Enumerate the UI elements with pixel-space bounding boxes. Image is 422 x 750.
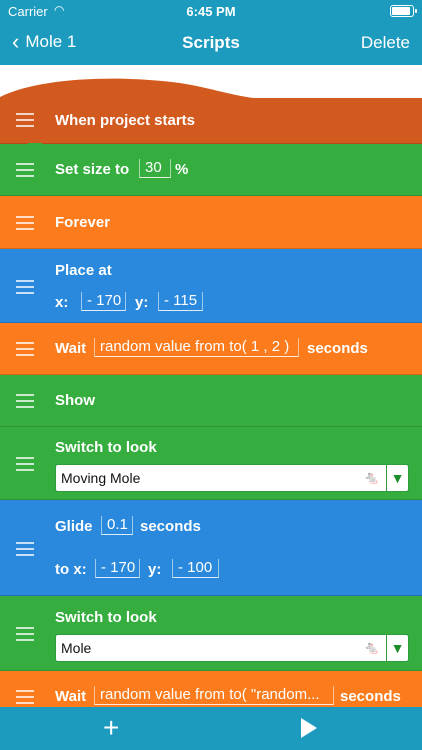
chevron-down-icon[interactable]: ▼ bbox=[386, 635, 408, 661]
navigation-bar: ‹ Mole 1 Scripts Delete bbox=[0, 22, 422, 65]
brick-glide[interactable]: Glide 0.1 seconds to x: - 170 y: - 100 bbox=[0, 500, 422, 596]
script-area[interactable]: When project starts Set size to 30 % For… bbox=[0, 65, 422, 707]
brick-when-project-starts[interactable]: When project starts bbox=[0, 98, 422, 144]
brick-show[interactable]: Show bbox=[0, 375, 422, 427]
brick-switch-look[interactable]: Switch to look Mole 🐁 ▼ bbox=[0, 596, 422, 671]
seconds-label: seconds bbox=[340, 688, 401, 705]
wait-value-field[interactable]: random value from to( "random... bbox=[94, 686, 334, 705]
percent-label: % bbox=[175, 161, 189, 178]
seconds-label: seconds bbox=[140, 518, 201, 535]
play-icon[interactable] bbox=[301, 718, 317, 738]
brick-switch-look[interactable]: Switch to look Moving Mole 🐁 ▼ bbox=[0, 427, 422, 500]
x-value-field[interactable]: - 170 bbox=[95, 559, 140, 578]
duration-value-field[interactable]: 0.1 bbox=[101, 516, 133, 535]
look-dropdown[interactable]: Mole 🐁 ▼ bbox=[55, 634, 409, 662]
seconds-label: seconds bbox=[307, 340, 368, 357]
drag-handle-icon[interactable] bbox=[16, 457, 34, 475]
look-thumbnail-icon: 🐁 bbox=[363, 640, 380, 655]
page-title: Scripts bbox=[182, 33, 240, 52]
drag-handle-icon[interactable] bbox=[16, 627, 34, 645]
drag-handle-icon[interactable] bbox=[16, 280, 34, 298]
wait-value-field[interactable]: random value from to( 1 , 2 ) bbox=[94, 338, 299, 357]
y-label: y: bbox=[148, 561, 162, 578]
brick-set-size[interactable]: Set size to 30 % bbox=[0, 143, 422, 196]
drag-handle-icon[interactable] bbox=[16, 163, 34, 181]
y-value-field[interactable]: - 100 bbox=[172, 559, 219, 578]
brick-place-at[interactable]: Place at x: - 170 y: - 115 bbox=[0, 249, 422, 323]
brick-label: Set size to bbox=[55, 161, 130, 178]
chevron-down-icon[interactable]: ▼ bbox=[386, 465, 408, 491]
brick-wait[interactable]: Wait random value from to( "random... se… bbox=[0, 671, 422, 707]
brick-wait[interactable]: Wait random value from to( 1 , 2 ) secon… bbox=[0, 323, 422, 375]
status-bar: Carrier ◠ 6:45 PM bbox=[0, 0, 422, 22]
to-x-label: to x: bbox=[55, 561, 87, 578]
look-dropdown[interactable]: Moving Mole 🐁 ▼ bbox=[55, 464, 409, 492]
drag-handle-icon[interactable] bbox=[16, 216, 34, 234]
top-bar: Carrier ◠ 6:45 PM ‹ Mole 1 Scripts Delet… bbox=[0, 0, 422, 65]
drag-handle-icon[interactable] bbox=[16, 690, 34, 707]
brick-label: Wait bbox=[55, 340, 87, 357]
brick-label: Switch to look bbox=[55, 609, 157, 626]
brick-label: Wait bbox=[55, 688, 87, 705]
drag-handle-icon[interactable] bbox=[16, 542, 34, 560]
drag-handle-icon[interactable] bbox=[16, 342, 34, 360]
x-label: x: bbox=[55, 294, 69, 311]
clock: 6:45 PM bbox=[186, 4, 236, 19]
brick-label: Show bbox=[55, 392, 95, 409]
brick-label: Glide bbox=[55, 518, 93, 535]
y-value-field[interactable]: - 115 bbox=[158, 292, 203, 311]
brick-label: When project starts bbox=[55, 112, 196, 129]
plus-icon[interactable]: + bbox=[103, 711, 119, 745]
battery-icon bbox=[390, 5, 417, 17]
size-value-field[interactable]: 30 bbox=[139, 159, 171, 178]
x-value-field[interactable]: - 170 bbox=[81, 292, 126, 311]
y-label: y: bbox=[135, 294, 149, 311]
brick-label: Forever bbox=[55, 214, 111, 231]
look-thumbnail-icon: 🐁 bbox=[363, 470, 380, 485]
look-value: Mole bbox=[61, 640, 92, 656]
look-value: Moving Mole bbox=[61, 470, 141, 486]
bottom-toolbar: + bbox=[0, 707, 422, 750]
brick-label: Switch to look bbox=[55, 439, 157, 456]
brick-label: Place at bbox=[55, 262, 112, 279]
drag-handle-icon[interactable] bbox=[16, 113, 34, 131]
brick-forever[interactable]: Forever bbox=[0, 196, 422, 249]
drag-handle-icon[interactable] bbox=[16, 394, 34, 412]
delete-button[interactable]: Delete bbox=[361, 33, 410, 53]
